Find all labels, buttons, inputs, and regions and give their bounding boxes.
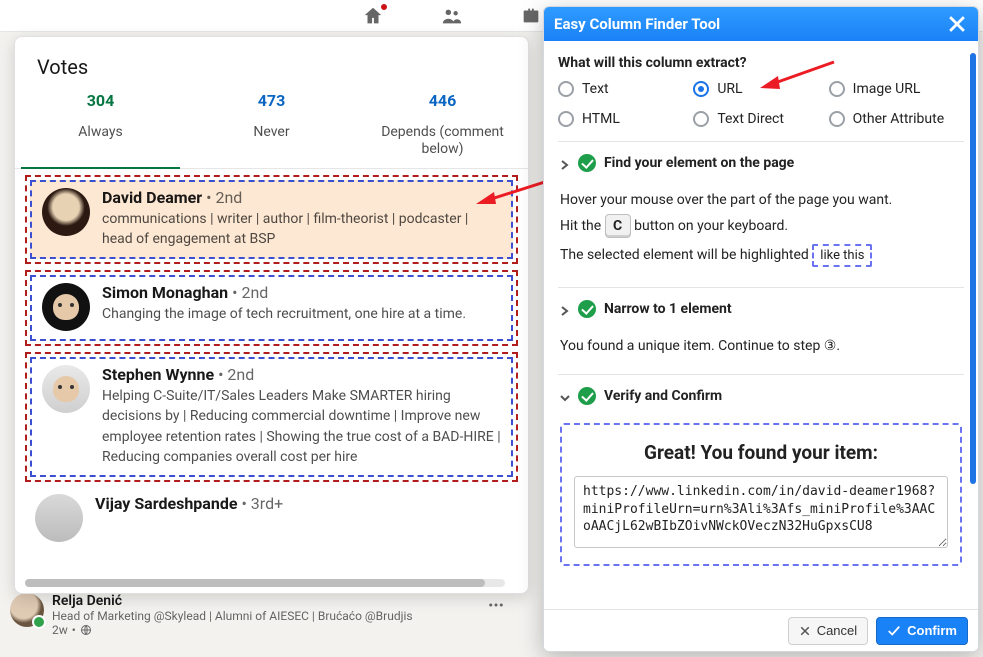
check-icon <box>887 624 901 638</box>
globe-icon <box>80 624 92 636</box>
radio-url[interactable]: URL <box>693 81 828 97</box>
close-icon <box>799 625 811 637</box>
chevron-down-icon <box>560 391 570 401</box>
check-icon <box>578 300 596 318</box>
votes-title: Votes <box>15 37 528 87</box>
tab-always[interactable]: 304 Always <box>15 87 186 168</box>
result-name[interactable]: Stephen Wynne <box>102 365 214 384</box>
result-headline: Helping C-Suite/IT/Sales Leaders Make SM… <box>102 386 501 467</box>
radio-image-url[interactable]: Image URL <box>829 81 964 97</box>
feed-meta: 2w• <box>52 623 413 637</box>
radio-text-direct[interactable]: Text Direct <box>693 111 828 127</box>
panel-title: Easy Column Finder Tool <box>554 15 720 33</box>
votes-tabs: 304 Always 473 Never 446 Depends (commen… <box>15 87 528 168</box>
check-icon <box>578 387 596 405</box>
radio-other-attribute[interactable]: Other Attribute <box>829 111 964 127</box>
result-row[interactable]: David Deamer • 2nd communications | writ… <box>25 175 518 265</box>
acc-verify-header[interactable]: Verify and Confirm <box>558 375 964 417</box>
check-icon <box>578 154 596 172</box>
panel-footer: Cancel Confirm <box>544 609 978 651</box>
panel-question: What will this column extract? <box>558 55 964 71</box>
nav-home-icon[interactable] <box>361 4 385 28</box>
nav-people-icon[interactable] <box>440 4 464 28</box>
feed-author-name[interactable]: Relja Denić <box>52 593 413 609</box>
horizontal-scrollbar[interactable] <box>25 579 505 587</box>
chevron-right-icon <box>560 304 570 314</box>
result-headline: communications | writer | author | film-… <box>102 209 501 250</box>
result-row[interactable]: Simon Monaghan • 2nd Changing the image … <box>25 270 518 346</box>
radio-text[interactable]: Text <box>558 81 693 97</box>
confirm-button[interactable]: Confirm <box>876 617 968 645</box>
avatar[interactable] <box>42 283 90 331</box>
acc-narrow: Narrow to 1 element You found a unique i… <box>558 287 964 374</box>
avatar[interactable] <box>42 365 90 413</box>
nav-jobs-icon[interactable] <box>519 4 543 28</box>
verify-box: Great! You found your item: <box>560 423 962 566</box>
feed-menu-icon[interactable] <box>487 596 505 618</box>
acc-find-element: Find your element on the page Hover your… <box>558 141 964 287</box>
verify-title: Great! You found your item: <box>574 441 948 464</box>
tab-never[interactable]: 473 Never <box>186 87 357 168</box>
avatar[interactable] <box>10 593 44 627</box>
acc-find-header[interactable]: Find your element on the page <box>558 142 964 184</box>
result-headline: Changing the image of tech recruitment, … <box>102 304 466 324</box>
avatar[interactable] <box>42 188 90 236</box>
acc-verify: Verify and Confirm Great! You found your… <box>558 374 964 580</box>
found-url-textarea[interactable] <box>574 476 948 548</box>
votes-popup: Votes 304 Always 473 Never 446 Depends (… <box>14 36 529 594</box>
vertical-scrollbar[interactable] <box>970 53 976 605</box>
extract-type-options: Text URL Image URL HTML Text Direct Othe… <box>558 81 964 127</box>
tab-depends[interactable]: 446 Depends (comment below) <box>357 87 528 168</box>
close-icon[interactable] <box>946 13 968 35</box>
chevron-right-icon <box>560 158 570 168</box>
votes-results: David Deamer • 2nd communications | writ… <box>15 175 528 543</box>
radio-html[interactable]: HTML <box>558 111 693 127</box>
feed-author-headline: Head of Marketing @Skylead | Alumni of A… <box>52 609 413 623</box>
result-name[interactable]: Simon Monaghan <box>102 283 228 302</box>
result-row[interactable]: Stephen Wynne • 2nd Helping C-Suite/IT/S… <box>25 352 518 482</box>
panel-titlebar: Easy Column Finder Tool <box>544 7 978 41</box>
keyboard-key: C <box>605 214 631 238</box>
avatar[interactable] <box>35 494 83 542</box>
result-name[interactable]: Vijay Sardeshpande <box>95 494 237 513</box>
result-row[interactable]: Vijay Sardeshpande • 3rd+ <box>25 488 518 542</box>
cancel-button[interactable]: Cancel <box>788 617 868 645</box>
acc-narrow-header[interactable]: Narrow to 1 element <box>558 288 964 330</box>
result-name[interactable]: David Deamer <box>102 188 202 207</box>
column-finder-panel: Easy Column Finder Tool What will this c… <box>543 6 979 652</box>
highlight-example: like this <box>812 244 872 267</box>
